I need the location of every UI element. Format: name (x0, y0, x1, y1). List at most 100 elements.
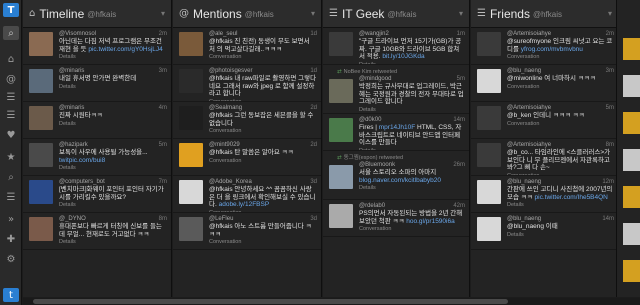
avatar[interactable] (29, 217, 53, 241)
tweet-author[interactable]: @_DYNO (59, 216, 167, 223)
tweet-link[interactable]: bit.ly/10JGKda (382, 53, 424, 60)
avatar[interactable] (623, 149, 640, 171)
tweet[interactable]: @d0k00 14m Fires | mpr14Jh10F HTML, CSS, 자… (323, 114, 469, 151)
activity-icon[interactable]: ☰ (3, 190, 19, 204)
tweet-footer-link[interactable]: Conversation (359, 225, 465, 233)
column-header[interactable]: @ Mentions @hfkais ▾ (173, 0, 321, 28)
avatar[interactable] (329, 118, 353, 142)
tweet[interactable]: @LeFleu 3d @hfkais 아노 스트륨 만들어줍니다 ㅋㅋㅋ Conver… (173, 213, 321, 250)
tweet-author[interactable]: @mint9029 (209, 142, 317, 149)
tweet-author[interactable]: @minaris (59, 68, 167, 75)
tweet[interactable]: @minaris 3m 내일 휴서명 안가면 완벽한데 Details (23, 65, 171, 102)
favorites-icon[interactable]: ♥ (3, 128, 19, 142)
column-menu-icon[interactable]: ▾ (311, 9, 315, 18)
avatar[interactable] (179, 180, 203, 204)
avatar[interactable] (477, 143, 501, 167)
tweet-footer-link[interactable]: Details (59, 120, 167, 128)
tweet[interactable]: @mint9029 2d @hfkais 탄 말씀은 알아요 ㅋㅋ Conversat… (173, 139, 321, 176)
avatar[interactable] (329, 79, 353, 103)
column-header[interactable]: ⌂ Timeline @hfkais ▾ (23, 0, 171, 28)
tweet-author[interactable]: @mindgood (359, 76, 465, 83)
avatar[interactable] (329, 204, 353, 228)
tweet-author[interactable]: @photoisgesver (209, 68, 317, 75)
avatar[interactable] (623, 112, 640, 134)
tweet[interactable]: @blu_naeng 3m @miwonline 여 너마하시 ㅋㅋㅋ Convers… (471, 65, 618, 102)
tweet-author[interactable]: @Artemisoiahye (507, 31, 614, 38)
tweet-author[interactable]: @blu_naeng (507, 216, 614, 223)
avatar[interactable] (623, 186, 640, 208)
avatar[interactable] (179, 32, 203, 56)
tweet-footer-link[interactable]: Conversation (209, 53, 317, 61)
tweet-link[interactable]: twitpic.com/bui8 (59, 157, 105, 164)
tweet[interactable]: @wangjin2 1m "구글 드라이브 먼저 15기가(GB)가 공짜. 구글 … (323, 28, 469, 65)
tweet-author[interactable]: @ale_seul (209, 31, 317, 38)
tweet-footer-link[interactable]: Conversation (209, 157, 317, 165)
lists-icon[interactable]: ☰ (3, 90, 19, 104)
search-icon[interactable]: ⌕ (3, 26, 19, 40)
tweet-link[interactable]: yfrog.com/mvbmvbnu (521, 46, 583, 53)
avatar[interactable] (29, 143, 53, 167)
tweet[interactable]: @minaris 4m 진짜 시원타ㅋㅋ Details (23, 102, 171, 139)
tweet-link[interactable]: adobe.ly/12FBSP (219, 201, 270, 208)
avatar[interactable] (477, 32, 501, 56)
tweet-footer-link[interactable]: Details (59, 83, 167, 91)
avatar[interactable] (329, 165, 353, 189)
tweet-author[interactable]: @LeFleu (209, 216, 317, 223)
mentions-icon[interactable]: @ (3, 72, 19, 86)
twitter-icon[interactable]: t (3, 288, 19, 302)
tweet-footer-link[interactable]: Conversation (209, 238, 317, 246)
tweet[interactable]: ⇄ 동그찜(espon) retweeted @Bluemoonk 26m 서울 스토리… (323, 151, 469, 200)
tweet[interactable]: @Artemisoiahye 8m @b_co... 타임라인에 <스클러러스>가 … (471, 139, 618, 176)
lists-icon[interactable]: ☰ (3, 108, 19, 122)
tweet-footer-link[interactable]: Conversation (507, 83, 614, 91)
tweet[interactable]: @_DYNO 8m 휴대폰보다 빠르게 터칭에 신보를 들는데 무얼... 현재로도… (23, 213, 171, 250)
avatar[interactable] (623, 260, 640, 282)
tweet-author[interactable]: @computers_bot (59, 179, 167, 186)
tweet-author[interactable]: @hazipark (59, 142, 167, 149)
tweet[interactable]: @Visomnosol 2m 아닌데는 다짐 저녁 프로그램은 무조건 재현 을 듯… (23, 28, 171, 65)
avatar[interactable] (623, 38, 640, 60)
tweet-footer-link[interactable]: Conversation (507, 120, 614, 128)
avatar[interactable] (179, 106, 203, 130)
avatar[interactable] (29, 106, 53, 130)
avatar[interactable] (179, 143, 203, 167)
column-menu-icon[interactable]: ▾ (608, 9, 612, 18)
tweet-footer-link[interactable]: Details (359, 106, 465, 114)
settings-icon[interactable]: ⚙ (3, 252, 19, 266)
tweet[interactable]: @Sealmang 2d @hfkais 그런 동보잡은 세븐클을 할 수 없습니다… (173, 102, 321, 139)
app-logo[interactable]: T (3, 3, 19, 17)
avatar[interactable] (179, 217, 203, 241)
expand-icon[interactable]: » (3, 212, 19, 226)
tweet[interactable]: @ale_seul 1d @hfkais 진 친전) 동생이 무도 보면서 처 의 … (173, 28, 321, 65)
avatar[interactable] (477, 106, 501, 130)
tweet-author[interactable]: @Bluemoonk (359, 162, 465, 169)
tweet-footer-link[interactable]: Details (359, 184, 465, 192)
column-header[interactable]: ☰ IT Geek @hfkais ▾ (323, 0, 469, 28)
tweet[interactable]: @Artemisoiahye 5m @b_ken 인데니 ㅋㅋㅋ ㅋㅋ Convers… (471, 102, 618, 139)
avatar[interactable] (477, 69, 501, 93)
tweet-author[interactable]: @blu_naeng (507, 179, 614, 186)
tweet-author[interactable]: @wangjin2 (359, 31, 465, 38)
tweet[interactable]: @blu_naeng 12m 간판에 쓰인 고디니 사진첩에 2007년의 모습 ㅋ… (471, 176, 618, 213)
tweet-footer-link[interactable]: Details (59, 53, 167, 61)
avatar[interactable] (179, 69, 203, 93)
tweet-link[interactable]: pic.twitter.com/gY0HsjLJ4 (88, 46, 162, 53)
tweet-footer-link[interactable]: Details (59, 164, 167, 172)
tweet-footer-link[interactable]: Details (59, 238, 167, 246)
tweet[interactable]: ⇄ NoBee Kim retweeted @mindgood 5m 박정희는 규사무대… (323, 65, 469, 114)
tweet-author[interactable]: @Artemisoiahye (507, 105, 614, 112)
column-menu-icon[interactable]: ▾ (459, 9, 463, 18)
tweet-footer-link[interactable]: Conversation (209, 127, 317, 135)
avatar[interactable] (477, 180, 501, 204)
tweet-footer-link[interactable]: Conversation (507, 53, 614, 61)
tweet-footer-link[interactable]: Details (507, 201, 614, 209)
avatar[interactable] (623, 223, 640, 245)
avatar[interactable] (477, 217, 501, 241)
column-menu-icon[interactable]: ▾ (161, 9, 165, 18)
column-header[interactable]: ☰ Friends @hfkais ▾ (471, 0, 618, 28)
tweet[interactable]: @rdelab0 42m PS의먼서 자동된되는 방법을 2년 간해보았던 척판 ㅋ… (323, 200, 469, 237)
tweet-link[interactable]: pic.twitter.com/Ihe5B4QN (535, 194, 608, 201)
scrollbar-thumb[interactable] (33, 299, 508, 304)
tweet[interactable]: @hazipark 5m 보톡이 사우에 사용될 가능성을... twitpic.c… (23, 139, 171, 176)
tweet-link[interactable]: mpr14Jh10F (379, 124, 416, 131)
